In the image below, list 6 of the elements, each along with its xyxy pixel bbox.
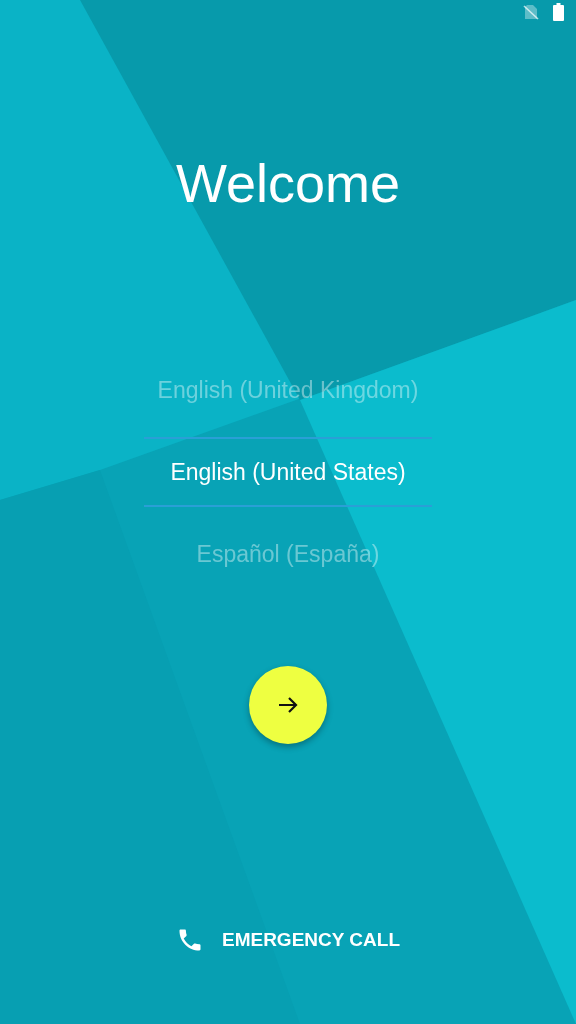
emergency-call-button[interactable]: EMERGENCY CALL — [167, 920, 409, 960]
language-option[interactable]: Español (España) — [144, 519, 432, 589]
battery-icon — [553, 3, 564, 21]
language-option[interactable]: English (United States) — [144, 437, 432, 507]
welcome-title: Welcome — [175, 153, 401, 213]
no-sim-icon — [523, 4, 539, 20]
